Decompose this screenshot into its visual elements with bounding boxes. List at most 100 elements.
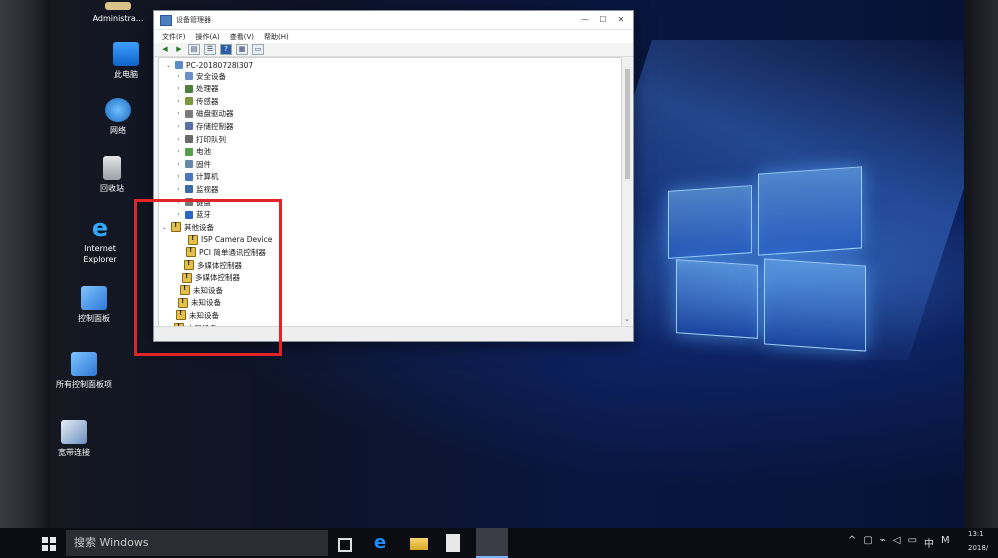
root-label: PC-20180728I307	[186, 60, 254, 70]
desktop-icon-broadband[interactable]: 宽带连接	[34, 420, 114, 458]
ime-mode-icon[interactable]: M	[941, 535, 950, 550]
expand-arrow-icon[interactable]: ›	[175, 110, 182, 117]
clock[interactable]: 13:1 2018/	[968, 527, 988, 555]
start-logo-icon	[50, 545, 56, 551]
notification-icon[interactable]: ▭	[908, 535, 917, 550]
desktop-icon-user-folder[interactable]: Administra...	[78, 2, 158, 24]
desktop-icon-label: 回收站	[100, 184, 124, 193]
edge-icon[interactable]: e	[374, 534, 392, 552]
menu-view[interactable]: 查看(V)	[230, 32, 254, 42]
monitor-icon[interactable]: ▭	[252, 44, 264, 55]
toolbar: ◀ ▶ ▤ ☰ ? ▦ ▭	[154, 43, 633, 57]
computer-icon	[175, 61, 183, 69]
ime-indicator[interactable]: 中	[924, 535, 934, 550]
tree-category[interactable]: › 处理器	[175, 83, 219, 95]
device-manager-taskbar-icon[interactable]	[476, 528, 508, 558]
menu-action[interactable]: 操作(A)	[196, 32, 220, 42]
device-manager-app-icon	[160, 15, 172, 26]
tree-category[interactable]: › 固件	[175, 158, 211, 170]
taskbar-search-box[interactable]: 搜索 Windows	[66, 530, 328, 556]
device-category-icon	[185, 135, 193, 143]
tree-item-label: 打印队列	[196, 134, 226, 144]
tree-item-label: 计算机	[196, 172, 219, 182]
people-icon[interactable]: ▢	[863, 535, 872, 550]
system-tray: ^ ▢ ⌁ ◁ ▭ 中 M	[848, 535, 950, 550]
tree-category[interactable]: › 计算机	[175, 171, 219, 183]
desktop-icon-label: Internet Explorer	[83, 244, 117, 264]
device-category-icon	[185, 147, 193, 156]
chevron-up-icon[interactable]: ^	[848, 535, 856, 550]
expand-arrow-icon[interactable]: ⌄	[165, 62, 172, 69]
store-icon[interactable]	[446, 534, 460, 552]
wallpaper-logo-pane	[758, 166, 862, 256]
tree-category[interactable]: › 打印队列	[175, 133, 226, 145]
expand-arrow-icon[interactable]: ›	[175, 148, 182, 155]
desktop-icon-ie[interactable]: e Internet Explorer	[60, 216, 140, 265]
taskbar: 搜索 Windows e ^ ▢ ⌁ ◁ ▭ 中 M 13:1 2018/	[0, 528, 998, 558]
expand-arrow-icon[interactable]: ›	[175, 161, 182, 168]
scrollbar-thumb[interactable]	[625, 69, 630, 179]
network-tray-icon[interactable]: ⌁	[880, 535, 886, 550]
tree-category[interactable]: › 监视器	[175, 183, 218, 195]
device-category-icon	[185, 84, 193, 93]
minimize-button[interactable]: —	[577, 14, 593, 26]
clock-time: 13:1	[968, 530, 984, 538]
details-icon[interactable]: ▦	[236, 44, 248, 55]
tree-item-label: 安全设备	[196, 71, 226, 81]
expand-arrow-icon[interactable]: ›	[175, 186, 182, 193]
list-view-icon[interactable]: ☰	[204, 44, 216, 55]
desktop-icon-control-panel[interactable]: 控制面板	[54, 286, 134, 324]
start-button[interactable]	[42, 537, 56, 551]
expand-arrow-icon[interactable]: ›	[175, 98, 182, 105]
volume-icon[interactable]: ◁	[893, 535, 901, 550]
device-category-icon	[185, 160, 193, 169]
tree-category[interactable]: › 磁盘驱动器	[175, 108, 234, 120]
desktop-icon-label: 网络	[110, 126, 126, 135]
tree-item-label: 处理器	[196, 84, 219, 94]
start-logo-icon	[50, 537, 56, 543]
tree-category[interactable]: › 存储控制器	[175, 120, 234, 132]
screen-bezel-right	[964, 0, 998, 528]
properties-icon[interactable]: ▤	[188, 44, 200, 55]
expand-arrow-icon[interactable]: ›	[175, 173, 182, 180]
desktop-icon-label: 所有控制面板项	[56, 380, 112, 389]
wallpaper-logo-pane	[668, 185, 752, 259]
desktop-icon-label: 宽带连接	[58, 448, 90, 457]
start-logo-icon	[42, 537, 48, 543]
window-titlebar[interactable]: 设备管理器 — ☐ ✕	[154, 11, 633, 30]
tree-item-label: 存储控制器	[196, 121, 234, 131]
tree-category[interactable]: › 传感器	[175, 95, 219, 107]
file-explorer-icon[interactable]	[410, 538, 428, 550]
desktop-icon-recycle-bin[interactable]: 回收站	[72, 156, 152, 194]
user-folder-icon	[105, 2, 131, 10]
back-arrow-icon[interactable]: ◀	[160, 45, 170, 54]
help-icon[interactable]: ?	[220, 44, 232, 55]
clock-date: 2018/	[968, 544, 989, 552]
expand-arrow-icon[interactable]: ›	[175, 85, 182, 92]
forward-arrow-icon[interactable]: ▶	[174, 45, 184, 54]
maximize-button[interactable]: ☐	[595, 14, 611, 26]
scroll-down-arrow-icon[interactable]: ⌄	[624, 315, 630, 323]
desktop-icon-label: 控制面板	[78, 314, 110, 323]
task-view-icon[interactable]	[338, 538, 352, 552]
expand-arrow-icon[interactable]: ›	[175, 136, 182, 143]
red-highlight-box	[134, 199, 282, 356]
menu-file[interactable]: 文件(F)	[162, 32, 186, 42]
device-category-icon	[185, 97, 193, 106]
tree-item-label: 磁盘驱动器	[196, 109, 234, 119]
desktop-icon-network[interactable]: 网络	[78, 98, 158, 136]
expand-arrow-icon[interactable]: ›	[175, 123, 182, 130]
broadband-icon	[61, 420, 87, 444]
desktop-icon-label: Administra...	[92, 14, 144, 23]
tree-item-label: 传感器	[196, 96, 219, 106]
device-category-icon	[185, 172, 193, 181]
menu-bar: 文件(F) 操作(A) 查看(V) 帮助(H)	[154, 30, 633, 43]
menu-help[interactable]: 帮助(H)	[264, 32, 289, 42]
tree-category[interactable]: › 安全设备	[175, 70, 226, 82]
desktop-icon-all-control-panel[interactable]: 所有控制面板项	[44, 352, 124, 390]
close-button[interactable]: ✕	[613, 14, 629, 26]
tree-item-label: 电池	[196, 147, 211, 157]
vertical-scrollbar[interactable]: ⌄	[623, 57, 632, 325]
expand-arrow-icon[interactable]: ›	[175, 73, 182, 80]
tree-category[interactable]: › 电池	[175, 146, 211, 158]
